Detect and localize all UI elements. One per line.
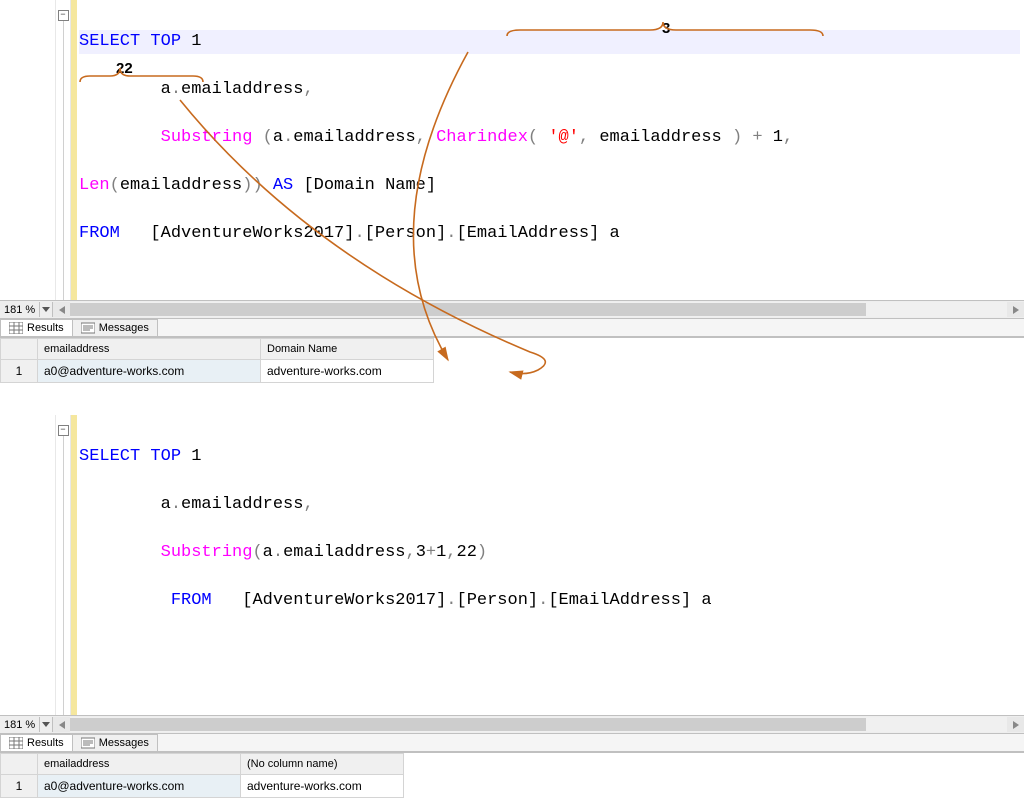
row-header-blank [1,339,38,360]
results-tabs-bar: Results Messages [0,734,1024,752]
results-grid-bottom[interactable]: emailaddress (No column name) 1 a0@adven… [0,752,1024,798]
keyword-select: SELECT [79,447,140,466]
line-number-gutter [0,0,55,300]
hscroll-thumb[interactable] [70,718,866,731]
zoom-level: 181 % [0,719,39,731]
code-text-area[interactable]: SELECT TOP 1 a.emailaddress, Substring(a… [77,415,1024,715]
cell-emailaddress[interactable]: a0@adventure-works.com [38,775,241,798]
table-alias: a [610,224,620,243]
results-tabs-bar: Results Messages [0,319,1024,337]
cell-domain-name[interactable]: adventure-works.com [261,360,434,383]
fold-toggle-icon[interactable]: − [58,10,69,21]
sql-panel-bottom: − SELECT TOP 1 a.emailaddress, Substring… [0,415,1024,798]
results-table[interactable]: emailaddress (No column name) 1 a0@adven… [0,753,404,798]
folding-column: − [55,415,71,715]
keyword-top: TOP [150,32,181,51]
tab-messages-label: Messages [99,322,149,334]
keyword-as: AS [273,176,293,195]
chevron-down-icon [42,722,50,728]
col-header-domain-name[interactable]: Domain Name [261,339,434,360]
table-name: [EmailAddress] [457,224,600,243]
zoom-status-bar: 181 % [0,715,1024,734]
tab-results-label: Results [27,322,64,334]
folding-column: − [55,0,71,300]
arg-start: 3 [416,543,426,562]
table-row[interactable]: 1 a0@adventure-works.com adventure-works… [1,360,434,383]
row-number[interactable]: 1 [1,360,38,383]
chevron-down-icon [42,307,50,313]
literal-1: 1 [191,32,201,51]
cell-value[interactable]: adventure-works.com [241,775,404,798]
code-editor-top[interactable]: − SELECT TOP 1 a.emailaddress, Substring… [0,0,1024,300]
zoom-dropdown[interactable] [39,717,53,732]
comma: , [303,80,313,99]
tab-results[interactable]: Results [0,734,73,751]
keyword-from: FROM [79,224,120,243]
results-header-row: emailaddress Domain Name [1,339,434,360]
row-number[interactable]: 1 [1,775,38,798]
results-header-row: emailaddress (No column name) [1,754,404,775]
tab-messages[interactable]: Messages [72,319,158,336]
col-header-no-column-name[interactable]: (No column name) [241,754,404,775]
col-header-emailaddress[interactable]: emailaddress [38,339,261,360]
code-editor-bottom[interactable]: − SELECT TOP 1 a.emailaddress, Substring… [0,415,1024,715]
hscroll-track[interactable] [70,717,1007,732]
function-len: Len [79,176,110,195]
hscroll-left-arrow[interactable] [53,302,70,317]
row-header-blank [1,754,38,775]
results-grid-top[interactable]: emailaddress Domain Name 1 a0@adventure-… [0,337,1024,383]
hscroll-thumb[interactable] [70,303,866,316]
hscroll-left-arrow[interactable] [53,717,70,732]
arg-length: 22 [457,543,477,562]
column-emailaddress: emailaddress [181,80,303,99]
schema-name: [Person] [365,224,447,243]
results-table[interactable]: emailaddress Domain Name 1 a0@adventure-… [0,338,434,383]
grid-icon [9,322,23,334]
messages-icon [81,737,95,749]
line-number-gutter [0,415,55,715]
zoom-dropdown[interactable] [39,302,53,317]
tab-messages[interactable]: Messages [72,734,158,751]
alias-a: a [161,80,171,99]
dot: . [171,80,181,99]
zoom-status-bar: 181 % [0,300,1024,319]
db-name: [AdventureWorks2017] [150,224,354,243]
keyword-select: SELECT [79,32,140,51]
col-header-emailaddress[interactable]: emailaddress [38,754,241,775]
messages-icon [81,322,95,334]
function-charindex: Charindex [436,128,528,147]
column-alias: Domain Name [314,176,426,195]
hscroll-right-arrow[interactable] [1007,717,1024,732]
keyword-from: FROM [171,591,212,610]
sql-panel-top: − SELECT TOP 1 a.emailaddress, Substring… [0,0,1024,383]
hscroll-right-arrow[interactable] [1007,302,1024,317]
code-text-area[interactable]: SELECT TOP 1 a.emailaddress, Substring (… [77,0,1024,300]
grid-icon [9,737,23,749]
cell-emailaddress[interactable]: a0@adventure-works.com [38,360,261,383]
string-at: '@' [548,128,579,147]
hscroll-track[interactable] [70,302,1007,317]
function-substring: Substring [161,128,253,147]
fold-toggle-icon[interactable]: − [58,425,69,436]
tab-results-label: Results [27,737,64,749]
function-substring: Substring [161,543,253,562]
tab-results[interactable]: Results [0,319,73,336]
table-row[interactable]: 1 a0@adventure-works.com adventure-works… [1,775,404,798]
zoom-level: 181 % [0,304,39,316]
tab-messages-label: Messages [99,737,149,749]
keyword-top: TOP [150,447,181,466]
panel-gap [0,383,1024,415]
